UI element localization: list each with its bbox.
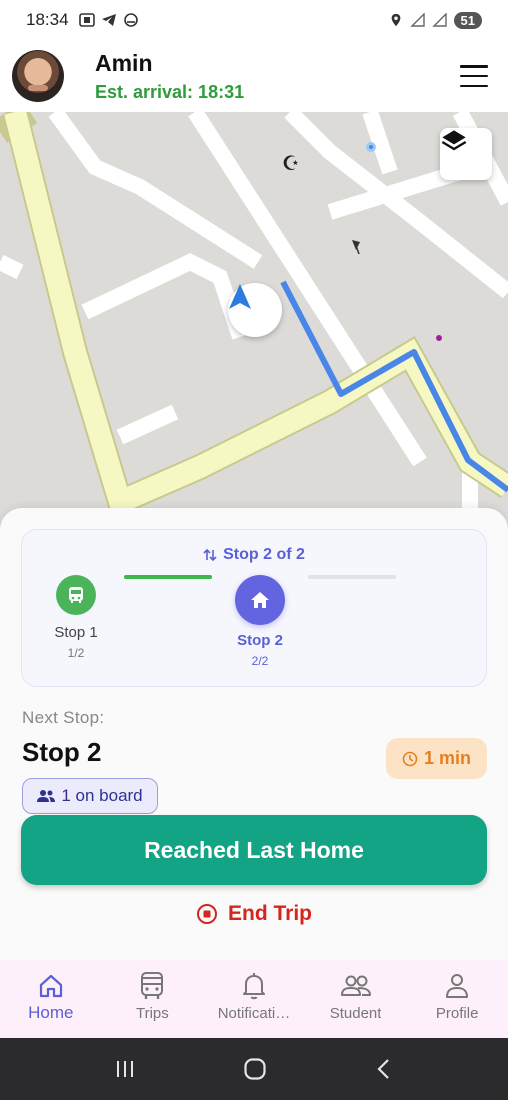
nav-label-student: Student [329,1005,382,1022]
next-stop-name: Stop 2 [22,737,102,767]
home-icon [251,592,269,608]
status-notification-icons [78,13,139,27]
bus-icon [69,587,83,603]
poi-marker [436,335,442,341]
time-remaining-badge: 1 min [386,738,487,779]
nav-label-profile: Profile [435,1005,479,1022]
progress-segment-remaining [308,575,396,579]
menu-icon-bar-middle [460,74,488,78]
stop-1-label: Stop 1 [54,624,98,641]
recent-apps-icon[interactable] [114,1058,136,1080]
stop-node-2[interactable]: Stop 2 2/2 [227,575,293,668]
signal-icon [409,13,425,27]
home-icon [39,974,62,998]
map-layers-button[interactable] [440,128,492,180]
estimated-arrival: Est. arrival: 18:31 [95,81,245,102]
nav-label-home: Home [28,1003,74,1022]
person-icon [446,974,469,998]
status-system-icons: 51 [388,11,482,29]
reached-last-home-button[interactable]: Reached Last Home [21,815,487,885]
trip-progress-card: Stop 2 of 2 Stop 1 1/2 Stop 2 2/2 [21,529,487,687]
bottom-navigation: Home Trips Notificati… Student Profile [0,960,508,1038]
stop-2-circle [235,575,285,625]
driver-name: Amin [95,49,153,76]
stop-counter: Stop 2 of 2 [22,546,486,564]
nav-label-notifications: Notificati… [217,1005,291,1022]
end-trip-label: End Trip [228,902,312,925]
layers-icon [441,130,467,151]
navigation-arrow-icon [229,284,251,309]
stop-1-count: 1/2 [67,646,85,660]
mosque-icon: ☪ [282,151,300,175]
stop-node-1[interactable]: Stop 1 1/2 [44,575,108,660]
home-button-icon[interactable] [243,1057,267,1081]
passengers-on-board-badge: 1 on board [22,778,158,814]
nav-item-home[interactable]: Home [0,960,102,1038]
nav-label-trips: Trips [136,1005,169,1022]
location-icon [391,13,400,27]
stop-1-circle [56,575,96,615]
next-stop-label: Next Stop: [22,708,105,727]
current-location-marker [228,283,282,337]
system-navigation-bar [0,1038,508,1100]
nav-item-profile[interactable]: Profile [406,960,508,1038]
app-header: Amin Est. arrival: 18:31 [0,40,508,112]
back-icon[interactable] [374,1058,394,1080]
nav-item-trips[interactable]: Trips [102,960,204,1038]
screenshot-icon [78,13,95,27]
menu-icon-bar-bottom [460,84,488,87]
map-view[interactable]: ☪ [0,112,508,532]
cloud-icon [123,13,138,27]
stop-2-count: 2/2 [251,654,269,668]
swap-vertical-icon [203,548,217,562]
nav-item-notifications[interactable]: Notificati… [203,960,305,1038]
clock-icon [402,751,418,766]
stop-circle-icon [197,904,217,924]
end-trip-button[interactable]: End Trip [0,902,508,926]
progress-segment-completed [124,575,212,579]
trip-bottom-sheet: Stop 2 of 2 Stop 1 1/2 Stop 2 2/2 Next S… [0,508,508,960]
menu-icon-bar-top [460,65,488,68]
battery-indicator: 51 [453,11,482,29]
telegram-icon [101,14,116,26]
people-icon [37,790,56,802]
bell-icon [242,973,265,1000]
status-bar: 18:34 51 [0,0,508,40]
time-remaining-text: 1 min [423,748,471,768]
driver-info: Amin Est. arrival: 18:31 [95,50,244,103]
stop-counter-text: Stop 2 of 2 [223,546,305,563]
passengers-on-board-text: 1 on board [61,786,143,805]
people-icon [340,975,371,996]
bus-icon [141,972,164,999]
menu-button[interactable] [460,65,488,87]
nav-item-student[interactable]: Student [305,960,407,1038]
driver-avatar[interactable] [12,50,64,102]
signal-icon-2 [431,13,447,27]
status-time: 18:34 [26,10,69,29]
stop-2-label: Stop 2 [237,632,283,649]
street [0,254,24,280]
